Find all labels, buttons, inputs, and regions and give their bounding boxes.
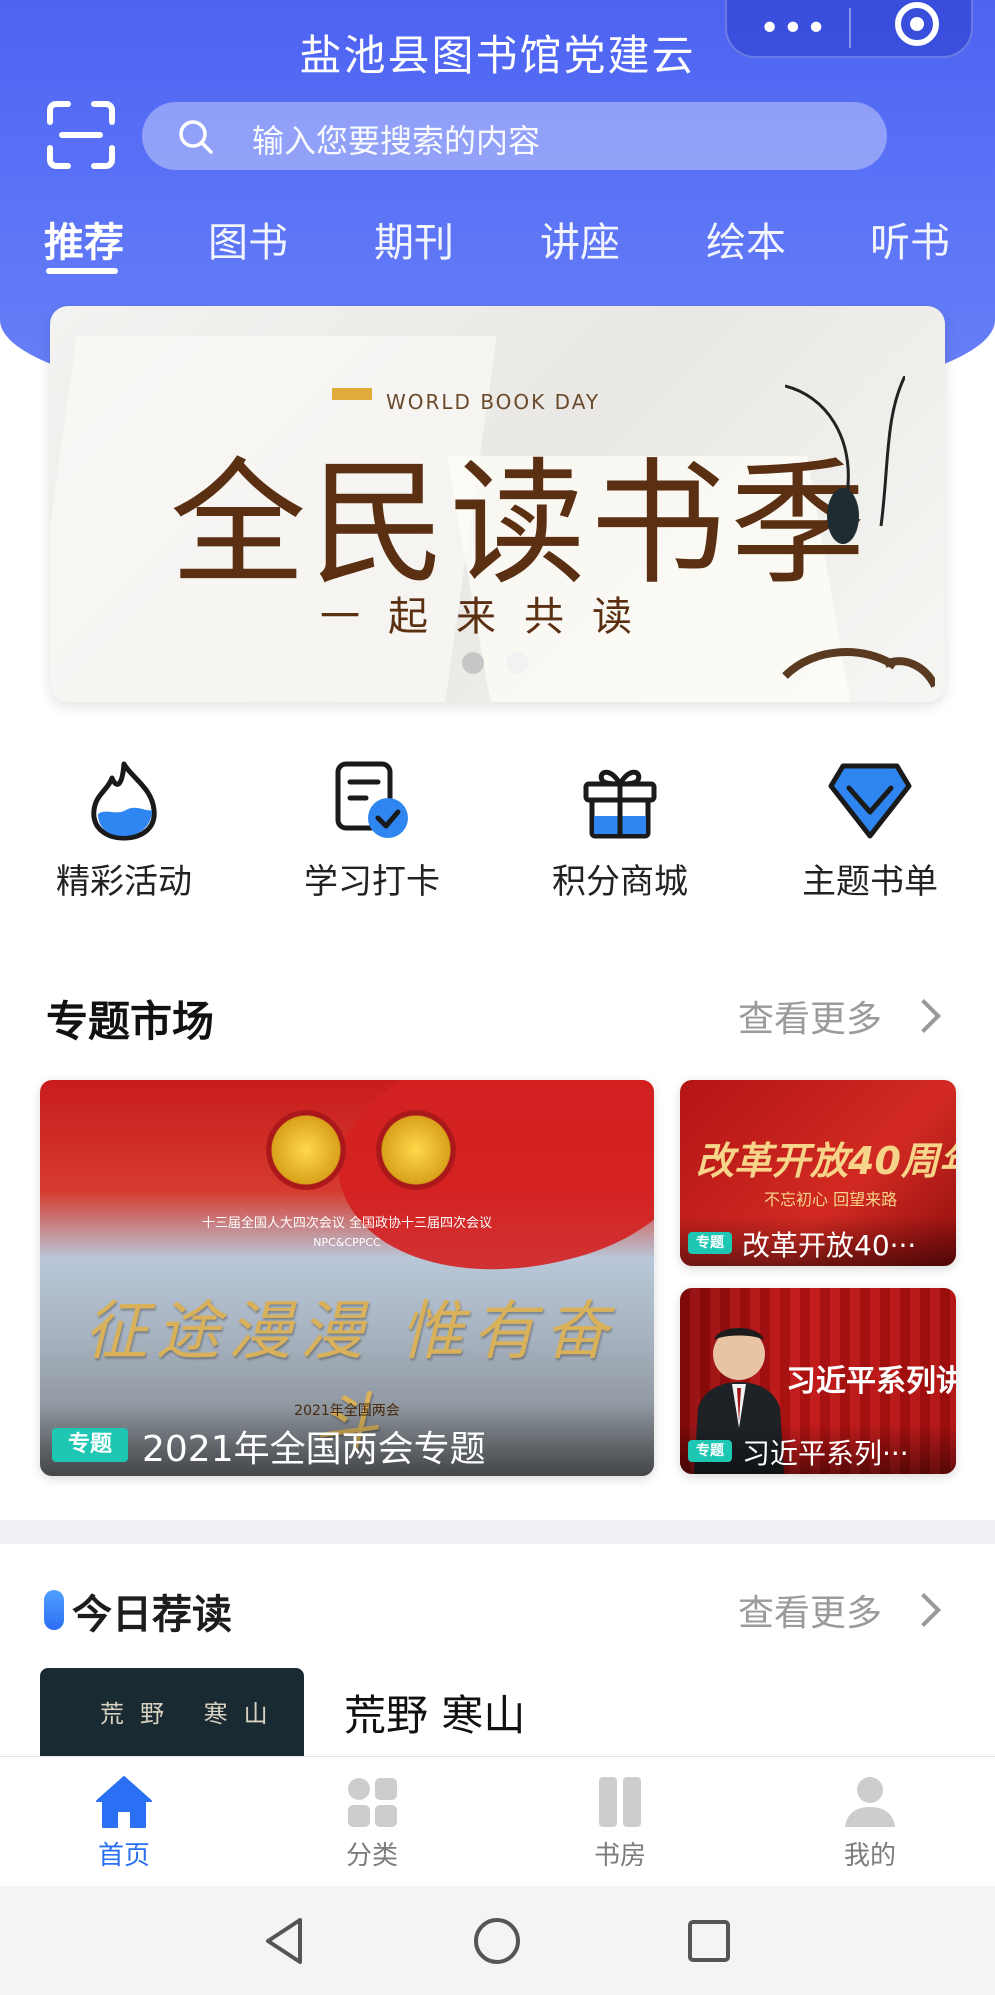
entry-label: 学习打卡	[304, 862, 440, 902]
banner-headline: 全民读书季	[170, 446, 870, 604]
card-caption-bar: 专题 改革开放40···	[680, 1216, 956, 1266]
card-caption-bar: 专题 2021年全国两会专题	[40, 1404, 654, 1476]
capsule-divider	[849, 8, 851, 48]
more-dots-icon[interactable]: •••	[759, 8, 829, 49]
card-caption-bar: 专题 习近平系列···	[680, 1424, 956, 1474]
tabbar-label: 书房	[593, 1841, 646, 1871]
card-caption: 习近平系列···	[742, 1437, 909, 1470]
topic-card-speeches[interactable]: 习近平系列讲话 专题 习近平系列···	[680, 1288, 956, 1474]
banner-accent-bar	[332, 388, 372, 400]
tabbar-label: 我的	[843, 1841, 896, 1871]
glasses-image	[782, 648, 935, 688]
book-title[interactable]: 荒野 寒山	[344, 1682, 525, 1743]
tab-books[interactable]: 图书	[208, 210, 288, 268]
bottom-tab-bar: 首页 分类 书房 我的	[0, 1756, 995, 1886]
entry-label: 精彩活动	[56, 862, 192, 902]
profile-icon	[845, 1777, 895, 1827]
carousel-dot[interactable]	[506, 652, 528, 674]
book-cover[interactable]: 荒野 寒山	[40, 1668, 304, 1758]
national-emblem-image	[266, 1110, 346, 1190]
card-art-title: 改革开放40周年	[696, 1139, 956, 1183]
tabbar-mine[interactable]: 我的	[790, 1775, 950, 1872]
target-close-icon[interactable]	[895, 2, 939, 46]
topic-tag: 专题	[688, 1232, 732, 1254]
card-line2: NPC&CPPCC	[313, 1236, 381, 1249]
category-tabs: 推荐 图书 期刊 讲座 绘本 听书	[0, 210, 995, 280]
quick-entries: 精彩活动 学习打卡 积分商城 主题书单	[0, 760, 995, 920]
banner-carousel[interactable]: WORLD BOOK DAY 全民读书季 一起来共读	[50, 306, 945, 702]
chevron-right-icon[interactable]	[907, 999, 941, 1033]
today-more-link[interactable]: 查看更多	[738, 1584, 882, 1636]
tab-active-indicator	[46, 268, 118, 274]
section-divider	[0, 1520, 995, 1544]
topic-tag: 专题	[52, 1428, 128, 1462]
topic-tag: 专题	[688, 1440, 732, 1462]
banner-subline: 一起来共读	[320, 594, 660, 640]
recents-icon[interactable]	[686, 1918, 732, 1964]
tabbar-label: 分类	[345, 1841, 398, 1871]
home-icon	[96, 1776, 152, 1828]
tabbar-bookroom[interactable]: 书房	[540, 1775, 700, 1872]
home-circle-icon[interactable]	[472, 1916, 522, 1966]
topics-more-link[interactable]: 查看更多	[738, 990, 882, 1042]
section-title-topics: 专题市场	[46, 997, 215, 1046]
card-caption: 改革开放40···	[742, 1229, 917, 1262]
tab-lectures[interactable]: 讲座	[540, 210, 620, 268]
topic-card-main[interactable]: 十三届全国人大四次会议 全国政协十三届四次会议 NPC&CPPCC 征途漫漫 惟…	[40, 1080, 654, 1476]
system-nav-bar	[0, 1886, 995, 1995]
entry-label: 主题书单	[802, 862, 938, 902]
tab-recommend[interactable]: 推荐	[44, 210, 124, 268]
entry-activities[interactable]: 精彩活动	[24, 760, 224, 903]
search-placeholder: 输入您要搜索的内容	[252, 122, 541, 160]
section-accent-pill	[44, 1590, 64, 1630]
gift-icon	[583, 769, 657, 839]
chevron-right-icon[interactable]	[907, 1593, 941, 1627]
section-title-today: 今日荐读	[72, 1591, 232, 1638]
category-icon	[348, 1778, 397, 1827]
entry-checkin[interactable]: 学习打卡	[272, 760, 472, 903]
tab-audiobooks[interactable]: 听书	[870, 210, 950, 268]
cppcc-emblem-image	[376, 1110, 456, 1190]
tab-picture-books[interactable]: 绘本	[706, 210, 786, 268]
topic-card-reform[interactable]: 改革开放40周年 不忘初心 回望来路 专题 改革开放40···	[680, 1080, 956, 1266]
card-art-title: 习近平系列讲话	[786, 1364, 956, 1399]
book-cover-text: 荒野 寒山	[100, 1700, 284, 1728]
tabbar-category[interactable]: 分类	[292, 1775, 452, 1872]
carousel-dot[interactable]	[462, 652, 484, 674]
search-icon	[179, 120, 213, 154]
card-line1: 十三届全国人大四次会议 全国政协十三届四次会议	[201, 1216, 493, 1231]
earphone-image	[785, 376, 905, 544]
flame-icon	[91, 761, 157, 841]
mini-program-capsule: •••	[725, 0, 973, 58]
search-input[interactable]: 输入您要搜索的内容	[142, 102, 887, 170]
banner-tagline: WORLD BOOK DAY	[386, 390, 601, 414]
back-icon[interactable]	[262, 1916, 306, 1966]
card-caption: 2021年全国两会专题	[142, 1429, 486, 1470]
tabbar-label: 首页	[97, 1841, 150, 1871]
tab-periodicals[interactable]: 期刊	[374, 210, 454, 268]
diamond-icon	[828, 763, 912, 839]
scan-icon[interactable]	[46, 100, 116, 170]
carousel-indicator	[462, 652, 542, 676]
entry-label: 积分商城	[552, 862, 688, 902]
checkin-icon	[335, 761, 408, 838]
entry-points-mall[interactable]: 积分商城	[520, 760, 720, 903]
tabbar-home[interactable]: 首页	[44, 1775, 204, 1872]
entry-theme-booklist[interactable]: 主题书单	[770, 760, 970, 903]
page: 盐池县图书馆党建云 ••• 输入您要搜索的内容 推荐 图书 期刊 讲座 绘本 听…	[0, 0, 995, 1995]
bookshelf-icon	[599, 1777, 641, 1827]
card-art-sub: 不忘初心 回望来路	[764, 1190, 898, 1209]
